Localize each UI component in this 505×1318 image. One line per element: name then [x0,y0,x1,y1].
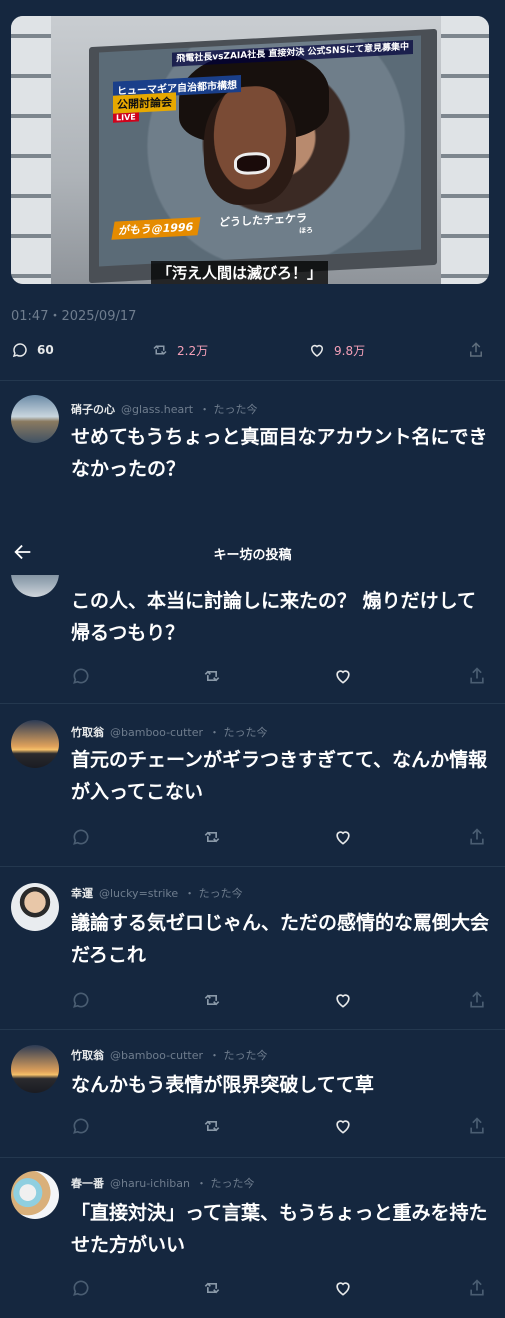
avatar[interactable] [11,1045,59,1093]
share-icon[interactable] [467,1278,487,1298]
reply-actions [71,827,489,847]
heart-icon[interactable] [333,666,353,686]
reply-count: 60 [37,343,54,357]
reply-item[interactable]: 竹取翁 @bamboo-cutter ・ たった今 なんかもう表情が限界突破してて草 [0,1045,505,1157]
reply-text: なんかもう表情が限界突破してて草 [71,1074,374,1096]
retweet-icon[interactable] [202,990,222,1010]
handle[interactable]: @glass.heart [121,403,193,416]
avatar[interactable] [11,1171,59,1219]
share-icon [470,342,482,357]
retweet-icon[interactable] [202,827,222,847]
subtitle-text: 「汚え人間は滅びろ！」 [151,261,329,284]
reply-icon[interactable] [71,666,91,686]
overlay-caption: どうしたチェケラ [219,211,307,230]
share-button[interactable] [467,341,485,359]
divider [0,1029,505,1030]
reply-item[interactable]: 硝子の心 @glass.heart ・ たった今 せめてもうちょっと真面目なアカウン… [0,395,505,535]
divider [0,866,505,867]
reply-icon[interactable] [71,1278,91,1298]
reply-item[interactable]: この人、本当に討論しに来たの？ 煽りだけして帰るつもり？ [0,549,505,700]
heart-icon [310,344,324,357]
retweet-icon[interactable] [202,666,222,686]
reply-text: せめてもうちょっと真面目なアカウント名にできなかったの？ [71,426,488,480]
retweet-icon [153,345,167,355]
reply-time: ・ たった今 [209,726,268,739]
overlay-furigana: ほろ [299,226,313,235]
divider [0,1157,505,1158]
overlay-name: がもう@1996 [111,217,201,240]
like-count: 9.8万 [334,343,366,358]
handle[interactable]: @bamboo-cutter [110,726,203,739]
reply-actions [71,990,489,1010]
share-icon[interactable] [467,666,487,686]
reply-text: 「直接対決」って言葉、もうちょっと重みを持たせた方がいい [71,1202,488,1256]
reply-actions [71,666,489,686]
retweet-count: 2.2万 [177,343,209,358]
reply-actions [71,1278,489,1298]
avatar[interactable] [11,720,59,768]
reply-time: ・ たった今 [199,403,258,416]
handle[interactable]: @bamboo-cutter [110,1049,203,1062]
handle[interactable]: @lucky=strike [99,887,178,900]
share-icon[interactable] [467,827,487,847]
retweet-button[interactable]: 2.2万 [151,341,208,359]
display-name[interactable]: 春一番 [71,1177,104,1190]
reply-button[interactable]: 60 [11,341,54,359]
display-name[interactable]: 幸運 [71,887,93,900]
divider [0,380,505,381]
divider [0,703,505,704]
retweet-icon[interactable] [202,1116,222,1136]
back-arrow-icon[interactable] [12,541,34,563]
avatar[interactable] [11,395,59,443]
reply-icon [12,343,27,358]
heart-icon[interactable] [333,990,353,1010]
reply-header: 春一番 @haru-ichiban ・ たった今 [71,1175,255,1191]
heart-icon[interactable] [333,1278,353,1298]
reply-header: 竹取翁 @bamboo-cutter ・ たった今 [71,1047,268,1063]
post-action-bar: 60 2.2万 9.8万 [11,341,489,361]
reply-header: 竹取翁 @bamboo-cutter ・ たった今 [71,724,268,740]
overlay-title2: 公開討論会 [113,92,176,114]
reply-actions [71,1116,489,1136]
reply-icon[interactable] [71,990,91,1010]
reply-header: 幸運 @lucky=strike ・ たった今 [71,885,243,901]
reply-header: 硝子の心 @glass.heart ・ たった今 [71,401,258,417]
reply-item[interactable]: 春一番 @haru-ichiban ・ たった今 「直接対決」って言葉、もうちょっと… [0,1171,505,1316]
retweet-icon[interactable] [202,1278,222,1298]
display-name[interactable]: 竹取翁 [71,1049,104,1062]
reply-text: 首元のチェーンがギラつきすぎてて、なんか情報が入ってこない [71,749,488,803]
share-icon[interactable] [467,990,487,1010]
sticky-header: キー坊の投稿 [0,531,505,575]
reply-time: ・ たった今 [196,1177,255,1190]
reply-item[interactable]: 幸運 @lucky=strike ・ たった今 議論する気ゼロじゃん、ただの感情的な… [0,883,505,1028]
reply-time: ・ たった今 [184,887,243,900]
post-media-image[interactable]: ヒューマギア自治都市構想 公開討論会 LIVE 飛電社長vsZAIA社長 直接対… [11,16,489,284]
reply-icon[interactable] [71,827,91,847]
reply-time: ・ たった今 [209,1049,268,1062]
display-name[interactable]: 竹取翁 [71,726,104,739]
reply-item[interactable]: 竹取翁 @bamboo-cutter ・ たった今 首元のチェーンがギラつきすぎてて… [0,720,505,865]
handle[interactable]: @haru-ichiban [110,1177,190,1190]
billboard-screen: ヒューマギア自治都市構想 公開討論会 LIVE 飛電社長vsZAIA社長 直接対… [99,35,421,267]
avatar[interactable] [11,883,59,931]
share-icon[interactable] [467,1116,487,1136]
reply-text: 議論する気ゼロじゃん、ただの感情的な罵倒大会だろこれ [71,912,490,966]
like-button[interactable]: 9.8万 [308,341,365,359]
reply-icon[interactable] [71,1116,91,1136]
heart-icon[interactable] [333,827,353,847]
reply-text: この人、本当に討論しに来たの？ 煽りだけして帰るつもり？ [71,590,477,644]
post-timestamp: 01:47・2025/09/17 [11,309,137,324]
display-name[interactable]: 硝子の心 [71,403,115,416]
page-title: キー坊の投稿 [213,547,292,563]
heart-icon[interactable] [333,1116,353,1136]
live-badge: LIVE [113,112,139,123]
